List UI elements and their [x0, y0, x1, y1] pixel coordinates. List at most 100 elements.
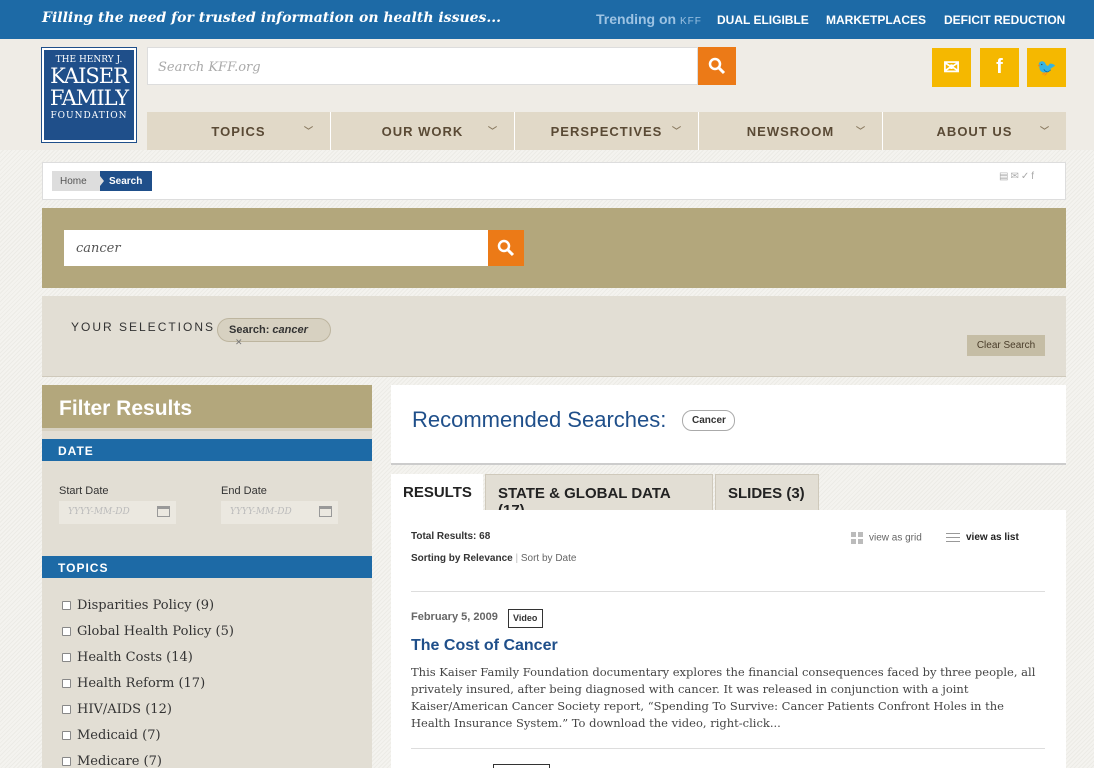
start-date-placeholder: YYYY-MM-DD	[68, 507, 130, 517]
end-date-field[interactable]: YYYY-MM-DD	[221, 501, 338, 524]
twitter-icon: 🐦	[1036, 59, 1057, 77]
tab-slides[interactable]: SLIDES (3)	[715, 474, 819, 510]
header-search-button[interactable]	[698, 47, 736, 85]
email-icon: ✉	[943, 57, 960, 79]
share-tools[interactable]: ▤✉✓f	[999, 171, 1036, 182]
divider	[411, 748, 1045, 749]
facebook-icon: f	[996, 56, 1003, 78]
topic-item[interactable]: Health Costs (14)	[62, 650, 193, 665]
chevron-down-icon: ﹀	[855, 126, 866, 136]
topic-item[interactable]: Global Health Policy (5)	[62, 624, 234, 639]
nav-our-work-label: OUR WORK	[381, 123, 464, 139]
search-icon	[708, 57, 726, 75]
total-results: Total Results: 68	[411, 531, 490, 542]
checkbox[interactable]	[62, 601, 71, 610]
email-share-button[interactable]: ✉	[932, 48, 971, 87]
topic-item[interactable]: Health Reform (17)	[62, 676, 205, 691]
nav-our-work[interactable]: OUR WORK ﹀	[331, 112, 515, 150]
clear-search-button[interactable]: Clear Search	[967, 335, 1045, 356]
trending-link-marketplaces[interactable]: MARKETPLACES	[826, 13, 926, 27]
result-type-badge: Video	[508, 609, 543, 628]
topic-label: Global Health Policy (5)	[77, 624, 234, 639]
view-list-toggle[interactable]: view as list	[946, 532, 1019, 543]
search-submit-button[interactable]	[488, 230, 524, 266]
trending-link-deficit-reduction[interactable]: DEFICIT REDUCTION	[944, 13, 1065, 27]
nav-newsroom[interactable]: NEWSROOM ﹀	[699, 112, 883, 150]
topic-label: Health Reform (17)	[77, 676, 206, 691]
nav-topics-label: TOPICS	[211, 123, 266, 139]
result-title-link[interactable]: The Cost of Cancer	[411, 637, 558, 655]
search-input[interactable]: cancer	[64, 230, 488, 266]
recommended-pill[interactable]: Cancer	[682, 410, 735, 431]
view-list-label: view as list	[966, 532, 1019, 543]
calendar-icon[interactable]	[157, 506, 170, 517]
view-grid-toggle[interactable]: view as grid	[851, 532, 922, 544]
end-date-label: End Date	[221, 485, 267, 497]
pill-prefix: Search:	[229, 324, 270, 336]
topic-label: Medicare (7)	[77, 754, 162, 768]
nav-topics[interactable]: TOPICS ﹀	[147, 112, 331, 150]
topic-item[interactable]: Disparities Policy (9)	[62, 598, 214, 613]
selections-label: YOUR SELECTIONS	[71, 320, 216, 334]
result-description: This Kaiser Family Foundation documentar…	[411, 665, 1036, 730]
topic-label: Disparities Policy (9)	[77, 598, 215, 613]
search-icon	[497, 239, 515, 257]
trending-label: Trending on KFF	[596, 11, 702, 27]
checkbox[interactable]	[62, 679, 71, 688]
topic-label: Medicaid (7)	[77, 728, 161, 743]
checkbox[interactable]	[62, 757, 71, 766]
tab-results[interactable]: RESULTS	[391, 474, 483, 510]
nav-perspectives-label: PERSPECTIVES	[550, 123, 663, 139]
remove-icon[interactable]: ✕	[235, 337, 243, 347]
start-date-label: Start Date	[59, 485, 109, 497]
kff-logo[interactable]: THE HENRY J. KAISER FAMILY FOUNDATION	[41, 47, 137, 143]
nav-perspectives[interactable]: PERSPECTIVES ﹀	[515, 112, 699, 150]
checkbox[interactable]	[62, 705, 71, 714]
breadcrumb-arrow-icon	[96, 171, 104, 191]
chevron-down-icon: ﹀	[303, 126, 314, 136]
calendar-icon[interactable]	[319, 506, 332, 517]
pill-value: cancer	[272, 324, 308, 336]
chevron-down-icon: ﹀	[487, 126, 498, 136]
view-grid-label: view as grid	[869, 532, 922, 544]
checkbox[interactable]	[62, 627, 71, 636]
chevron-down-icon: ﹀	[1039, 126, 1050, 136]
topic-label: Health Costs (14)	[77, 650, 193, 665]
checkbox[interactable]	[62, 653, 71, 662]
recommended-title: Recommended Searches:	[412, 407, 667, 432]
total-results-text: Total Results: 68	[411, 531, 491, 542]
trending-text: Trending on	[596, 11, 677, 27]
checkbox[interactable]	[62, 731, 71, 740]
chevron-down-icon: ﹀	[671, 126, 682, 136]
facebook-button[interactable]: f	[980, 48, 1019, 87]
result-date: February 5, 2009	[411, 611, 498, 623]
twitter-small-icon[interactable]: ✓	[1021, 171, 1031, 182]
topics-section-heading: TOPICS	[42, 556, 372, 578]
tab-state-global-data[interactable]: STATE & GLOBAL DATA (17)	[485, 474, 713, 519]
logo-line-3: FAMILY	[49, 86, 129, 110]
print-icon[interactable]: ▤	[999, 171, 1010, 182]
twitter-button[interactable]: 🐦	[1027, 48, 1066, 87]
topic-item[interactable]: Medicaid (7)	[62, 728, 161, 743]
breadcrumb-bar	[42, 162, 1066, 200]
trending-link-dual-eligible[interactable]: DUAL ELIGIBLE	[717, 13, 809, 27]
nav-about-us-label: ABOUT US	[936, 123, 1013, 139]
header-search-input[interactable]: Search KFF.org	[147, 47, 698, 85]
mail-icon[interactable]: ✉	[1010, 171, 1020, 182]
next-result-badge	[493, 764, 550, 768]
nav-about-us[interactable]: ABOUT US ﹀	[883, 112, 1066, 150]
site-tagline: Filling the need for trusted information…	[42, 10, 502, 26]
topic-item[interactable]: Medicare (7)	[62, 754, 162, 768]
facebook-small-icon[interactable]: f	[1031, 171, 1036, 182]
start-date-field[interactable]: YYYY-MM-DD	[59, 501, 176, 524]
breadcrumb-current: Search	[100, 171, 152, 191]
sort-relevance[interactable]: Sorting by Relevance	[411, 553, 513, 564]
date-section-heading: DATE	[42, 439, 372, 461]
divider	[411, 591, 1045, 592]
grid-icon	[851, 532, 863, 544]
selection-pill[interactable]: Search: cancer ✕	[217, 318, 331, 347]
logo-line-4: FOUNDATION	[50, 111, 128, 121]
sort-by-date[interactable]: Sort by Date	[521, 553, 577, 564]
end-date-placeholder: YYYY-MM-DD	[230, 507, 292, 517]
topic-item[interactable]: HIV/AIDS (12)	[62, 702, 172, 717]
